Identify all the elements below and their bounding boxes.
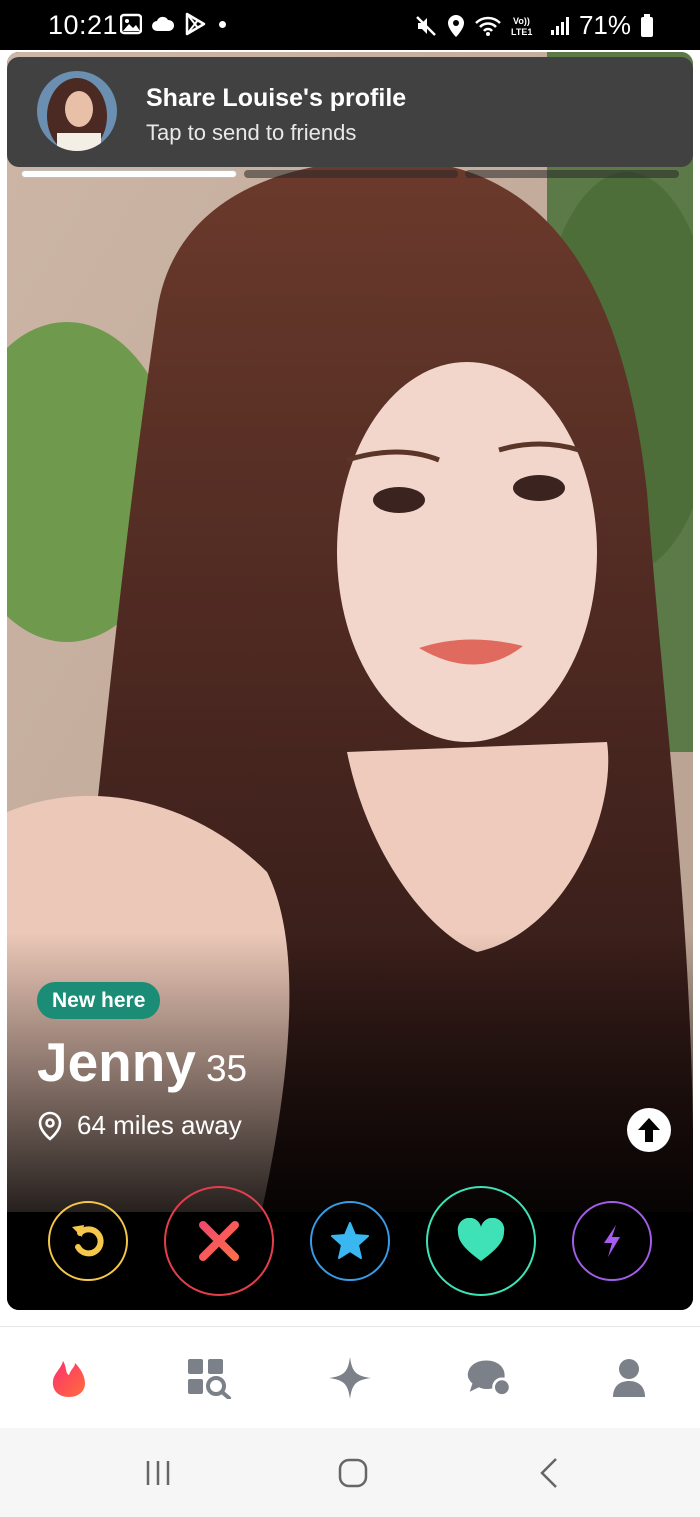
play-store-icon xyxy=(185,12,206,36)
svg-text:LTE1: LTE1 xyxy=(511,27,532,37)
status-time: 10:21 xyxy=(48,10,119,40)
avatar xyxy=(37,71,117,151)
banner-subtitle: Tap to send to friends xyxy=(146,120,357,145)
recents-icon xyxy=(146,1461,170,1485)
volte-lte-icon: Vo))LTE1 xyxy=(511,16,532,37)
notification-dot xyxy=(219,20,226,28)
super-like-button[interactable] xyxy=(310,1201,390,1281)
new-here-badge: New here xyxy=(37,982,161,1019)
signal-icon xyxy=(550,16,569,35)
arrow-up-icon xyxy=(638,1118,660,1142)
home-circle-icon xyxy=(338,1458,368,1488)
bottom-tab-bar xyxy=(0,1326,700,1428)
explore-icon xyxy=(188,1359,231,1399)
back-chevron-icon xyxy=(540,1458,557,1488)
share-profile-banner[interactable]: Share Louise's profile Tap to send to fr… xyxy=(7,57,693,167)
distance-text: 64 miles away xyxy=(77,1110,242,1140)
photo-indicator[interactable] xyxy=(21,170,237,178)
location-icon xyxy=(447,14,464,37)
photo-indicator[interactable] xyxy=(465,170,679,178)
back-button[interactable] xyxy=(534,1456,564,1490)
lightning-icon xyxy=(604,1225,620,1257)
system-nav-bar xyxy=(0,1428,700,1517)
battery-percentage: 71% xyxy=(578,10,631,40)
chat-bubbles-icon xyxy=(467,1360,512,1397)
status-bar: 10:21 Vo)) LTE1 71% xyxy=(0,0,700,50)
gallery-icon xyxy=(120,13,142,35)
flame-icon xyxy=(52,1361,85,1397)
photo-indicator[interactable] xyxy=(244,170,458,178)
open-profile-button[interactable] xyxy=(627,1108,671,1152)
person-icon xyxy=(613,1359,645,1397)
heart-icon xyxy=(457,1218,505,1261)
mute-icon xyxy=(416,15,436,36)
nope-button[interactable] xyxy=(164,1186,274,1296)
home-button[interactable] xyxy=(336,1456,370,1490)
photo-progress xyxy=(21,170,679,178)
recents-button[interactable] xyxy=(140,1456,176,1490)
tab-profile[interactable] xyxy=(606,1355,652,1401)
like-button[interactable] xyxy=(426,1186,536,1296)
cloud-icon xyxy=(152,16,175,31)
tab-messages[interactable] xyxy=(466,1355,512,1401)
tab-gold-likes[interactable] xyxy=(327,1355,373,1401)
name-age-row: Jenny 35 xyxy=(37,1030,247,1094)
star-icon xyxy=(331,1222,369,1259)
battery-icon xyxy=(641,13,653,37)
tab-home[interactable] xyxy=(46,1355,92,1401)
close-icon xyxy=(199,1221,239,1261)
distance-row: 64 miles away xyxy=(37,1110,242,1141)
rewind-icon xyxy=(72,1225,104,1257)
profile-age: 35 xyxy=(205,1048,248,1089)
tab-explore[interactable] xyxy=(186,1355,232,1401)
banner-title: Share Louise's profile xyxy=(146,84,407,112)
svg-text:Vo)): Vo)) xyxy=(513,16,530,26)
wifi-icon xyxy=(475,16,501,36)
location-pin-icon xyxy=(38,1111,62,1141)
profile-name: Jenny xyxy=(37,1031,196,1093)
boost-button[interactable] xyxy=(572,1201,652,1281)
rewind-button[interactable] xyxy=(48,1201,128,1281)
sparkle-icon xyxy=(329,1357,371,1399)
